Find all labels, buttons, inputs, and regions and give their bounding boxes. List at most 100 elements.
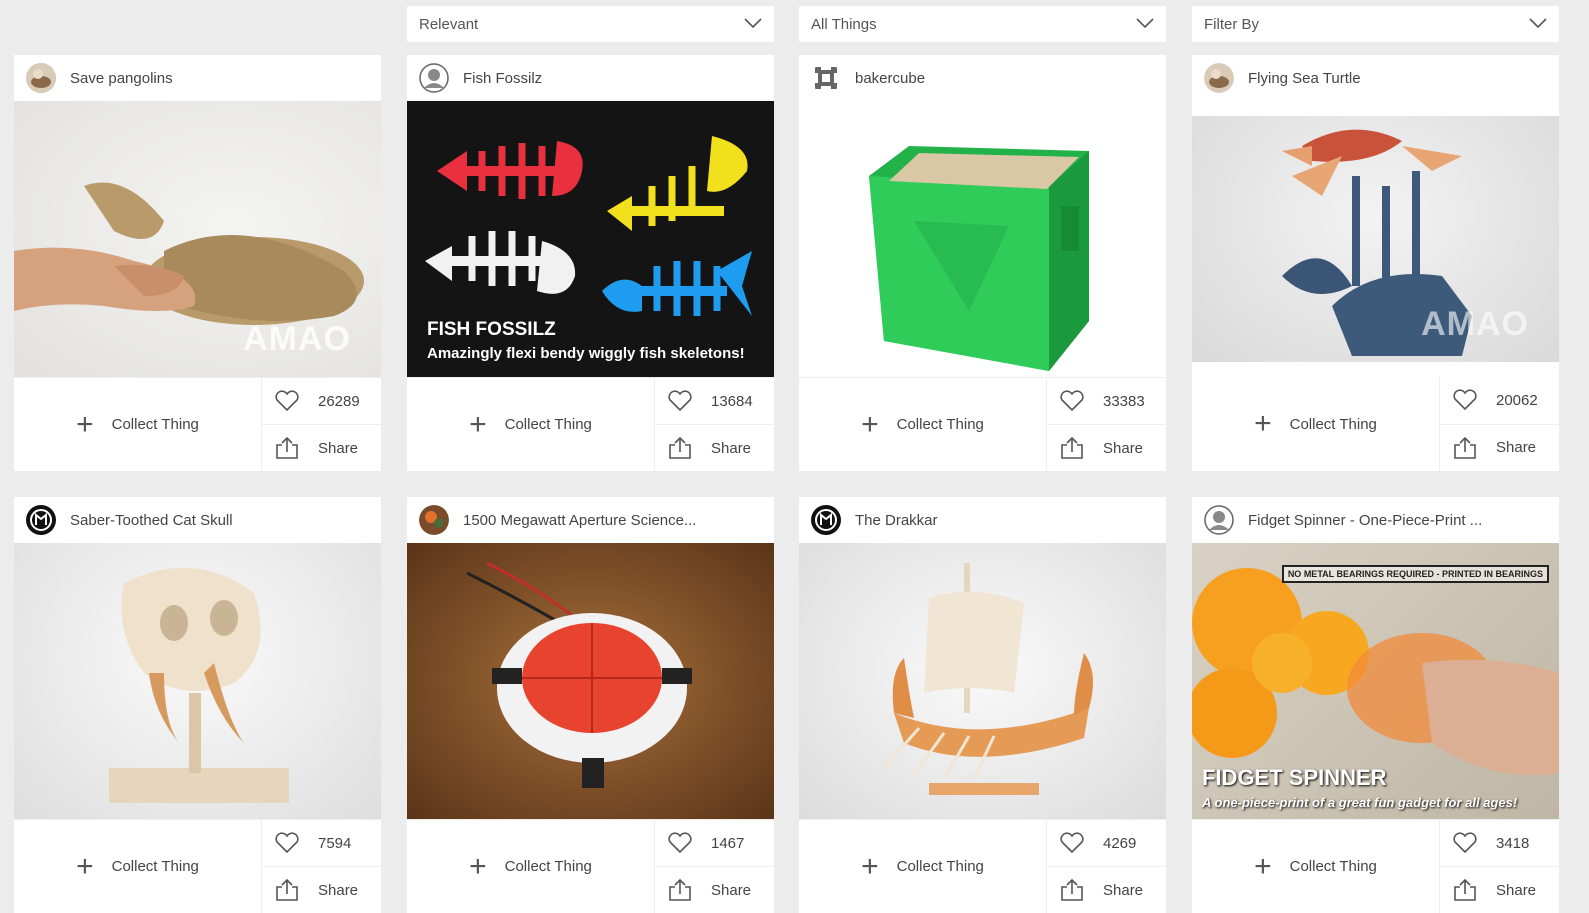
share-label: Share	[1103, 881, 1144, 899]
heart-icon	[275, 390, 299, 412]
thing-image[interactable]: AMAO	[1192, 116, 1559, 362]
user-avatar[interactable]	[1204, 505, 1234, 535]
filter-by-dropdown-label: Filter By	[1204, 15, 1260, 33]
thing-image[interactable]: FISH FOSSILZ Amazingly flexi bendy wiggl…	[407, 101, 774, 377]
thing-card[interactable]: bakercube + Collect Thing 33383 Share	[799, 55, 1166, 471]
like-button[interactable]: 7594	[262, 820, 381, 866]
like-button[interactable]: 33383	[1047, 378, 1166, 424]
share-button[interactable]: Share	[1440, 423, 1559, 472]
card-actions: + Collect Thing 3418 Share	[1192, 819, 1559, 913]
like-button[interactable]: 1467	[655, 820, 774, 866]
thing-card[interactable]: Fish Fossilz FISH FOSSILZ Amazingly flex…	[407, 55, 774, 471]
like-button[interactable]: 4269	[1047, 820, 1166, 866]
card-actions: + Collect Thing 20062 Share	[1192, 377, 1559, 471]
default-avatar-icon	[419, 63, 449, 93]
chevron-down-icon	[1136, 18, 1154, 29]
thing-card[interactable]: Saber-Toothed Cat Skull + Collect Thing 7…	[14, 497, 381, 913]
share-icon	[669, 878, 691, 901]
watermark-text: AMAO	[243, 320, 351, 358]
collect-thing-button[interactable]: + Collect Thing	[1192, 820, 1440, 913]
photo-avatar-icon	[26, 63, 56, 93]
user-avatar[interactable]	[419, 63, 449, 93]
thing-card[interactable]: Fidget Spinner - One-Piece-Print ... NO …	[1192, 497, 1559, 913]
share-button[interactable]: Share	[655, 866, 774, 913]
like-count: 1467	[711, 834, 745, 852]
collect-thing-button[interactable]: + Collect Thing	[799, 378, 1047, 471]
like-button[interactable]: 26289	[262, 378, 381, 424]
like-button[interactable]: 3418	[1440, 820, 1559, 866]
share-button[interactable]: Share	[1047, 424, 1166, 471]
thing-card[interactable]: Flying Sea Turtle AMAO + Collect Thing 20…	[1192, 55, 1559, 471]
share-button[interactable]: Share	[1440, 866, 1559, 913]
thing-card[interactable]: Save pangolins AMAO + Collect Thing 26289…	[14, 55, 381, 471]
collect-thing-label: Collect Thing	[896, 858, 984, 875]
card-header[interactable]: bakercube	[799, 55, 1166, 101]
plus-icon: +	[76, 407, 94, 441]
user-avatar[interactable]	[811, 505, 841, 535]
share-button[interactable]: Share	[262, 866, 381, 913]
plus-icon: +	[469, 849, 487, 883]
share-icon	[669, 436, 691, 459]
green-cube-image	[869, 146, 1089, 371]
card-title[interactable]: The Drakkar	[855, 512, 938, 529]
plus-icon: +	[861, 407, 879, 441]
share-button[interactable]: Share	[1047, 866, 1166, 913]
user-avatar[interactable]	[1204, 63, 1234, 93]
like-button[interactable]: 20062	[1440, 377, 1559, 424]
thing-image[interactable]	[407, 543, 774, 819]
plus-icon: +	[469, 407, 487, 441]
share-label: Share	[318, 439, 359, 457]
collect-thing-button[interactable]: + Collect Thing	[407, 820, 655, 913]
thing-card[interactable]: The Drakkar + Collect Thing 4269 Share	[799, 497, 1166, 913]
user-avatar[interactable]	[26, 505, 56, 535]
card-header[interactable]: Fish Fossilz	[407, 55, 774, 101]
card-title[interactable]: 1500 Megawatt Aperture Science...	[463, 512, 696, 529]
heart-icon	[668, 832, 692, 854]
sort-dropdown[interactable]: Relevant	[407, 6, 774, 42]
card-title[interactable]: bakercube	[855, 70, 925, 87]
card-header[interactable]: Saber-Toothed Cat Skull	[14, 497, 381, 543]
chevron-down-icon	[1529, 18, 1547, 29]
type-dropdown[interactable]: All Things	[799, 6, 1166, 42]
thing-image[interactable]	[14, 543, 381, 819]
heart-icon	[1453, 389, 1477, 411]
collect-thing-label: Collect Thing	[504, 416, 592, 433]
card-header[interactable]: Flying Sea Turtle	[1192, 55, 1559, 101]
share-icon	[1061, 878, 1083, 901]
image-title: FIDGET SPINNER	[1202, 765, 1387, 790]
makerbot-logo-icon	[812, 506, 840, 534]
card-title[interactable]: Fish Fossilz	[463, 70, 542, 87]
thing-image[interactable]: AMAO	[14, 101, 381, 377]
collect-thing-button[interactable]: + Collect Thing	[14, 378, 262, 471]
card-header[interactable]: Save pangolins	[14, 55, 381, 101]
card-header[interactable]: The Drakkar	[799, 497, 1166, 543]
collect-thing-button[interactable]: + Collect Thing	[799, 820, 1047, 913]
image-title: FISH FOSSILZ	[427, 319, 556, 340]
card-title[interactable]: Flying Sea Turtle	[1248, 70, 1361, 87]
card-header[interactable]: 1500 Megawatt Aperture Science...	[407, 497, 774, 543]
share-button[interactable]: Share	[655, 424, 774, 471]
share-label: Share	[1103, 439, 1144, 457]
like-button[interactable]: 13684	[655, 378, 774, 424]
image-banner: NO METAL BEARINGS REQUIRED - PRINTED IN …	[1281, 565, 1549, 583]
user-avatar[interactable]	[26, 63, 56, 93]
like-count: 7594	[318, 834, 352, 852]
filter-by-dropdown[interactable]: Filter By	[1192, 6, 1559, 42]
collect-thing-label: Collect Thing	[896, 416, 984, 433]
card-title[interactable]: Saber-Toothed Cat Skull	[70, 512, 233, 529]
collect-thing-button[interactable]: + Collect Thing	[1192, 377, 1440, 471]
user-avatar[interactable]	[419, 505, 449, 535]
thing-image[interactable]: NO METAL BEARINGS REQUIRED - PRINTED IN …	[1192, 543, 1559, 819]
plus-icon: +	[1254, 407, 1272, 440]
card-title[interactable]: Fidget Spinner - One-Piece-Print ...	[1248, 512, 1482, 529]
collect-thing-button[interactable]: + Collect Thing	[14, 820, 262, 913]
thing-image[interactable]	[799, 101, 1166, 377]
card-title[interactable]: Save pangolins	[70, 70, 173, 87]
user-avatar[interactable]	[811, 63, 841, 93]
share-button[interactable]: Share	[262, 424, 381, 471]
thing-card[interactable]: 1500 Megawatt Aperture Science... + Colle…	[407, 497, 774, 913]
collect-thing-button[interactable]: + Collect Thing	[407, 378, 655, 471]
thing-image[interactable]	[799, 543, 1166, 819]
heart-icon	[1060, 390, 1084, 412]
card-header[interactable]: Fidget Spinner - One-Piece-Print ...	[1192, 497, 1559, 543]
